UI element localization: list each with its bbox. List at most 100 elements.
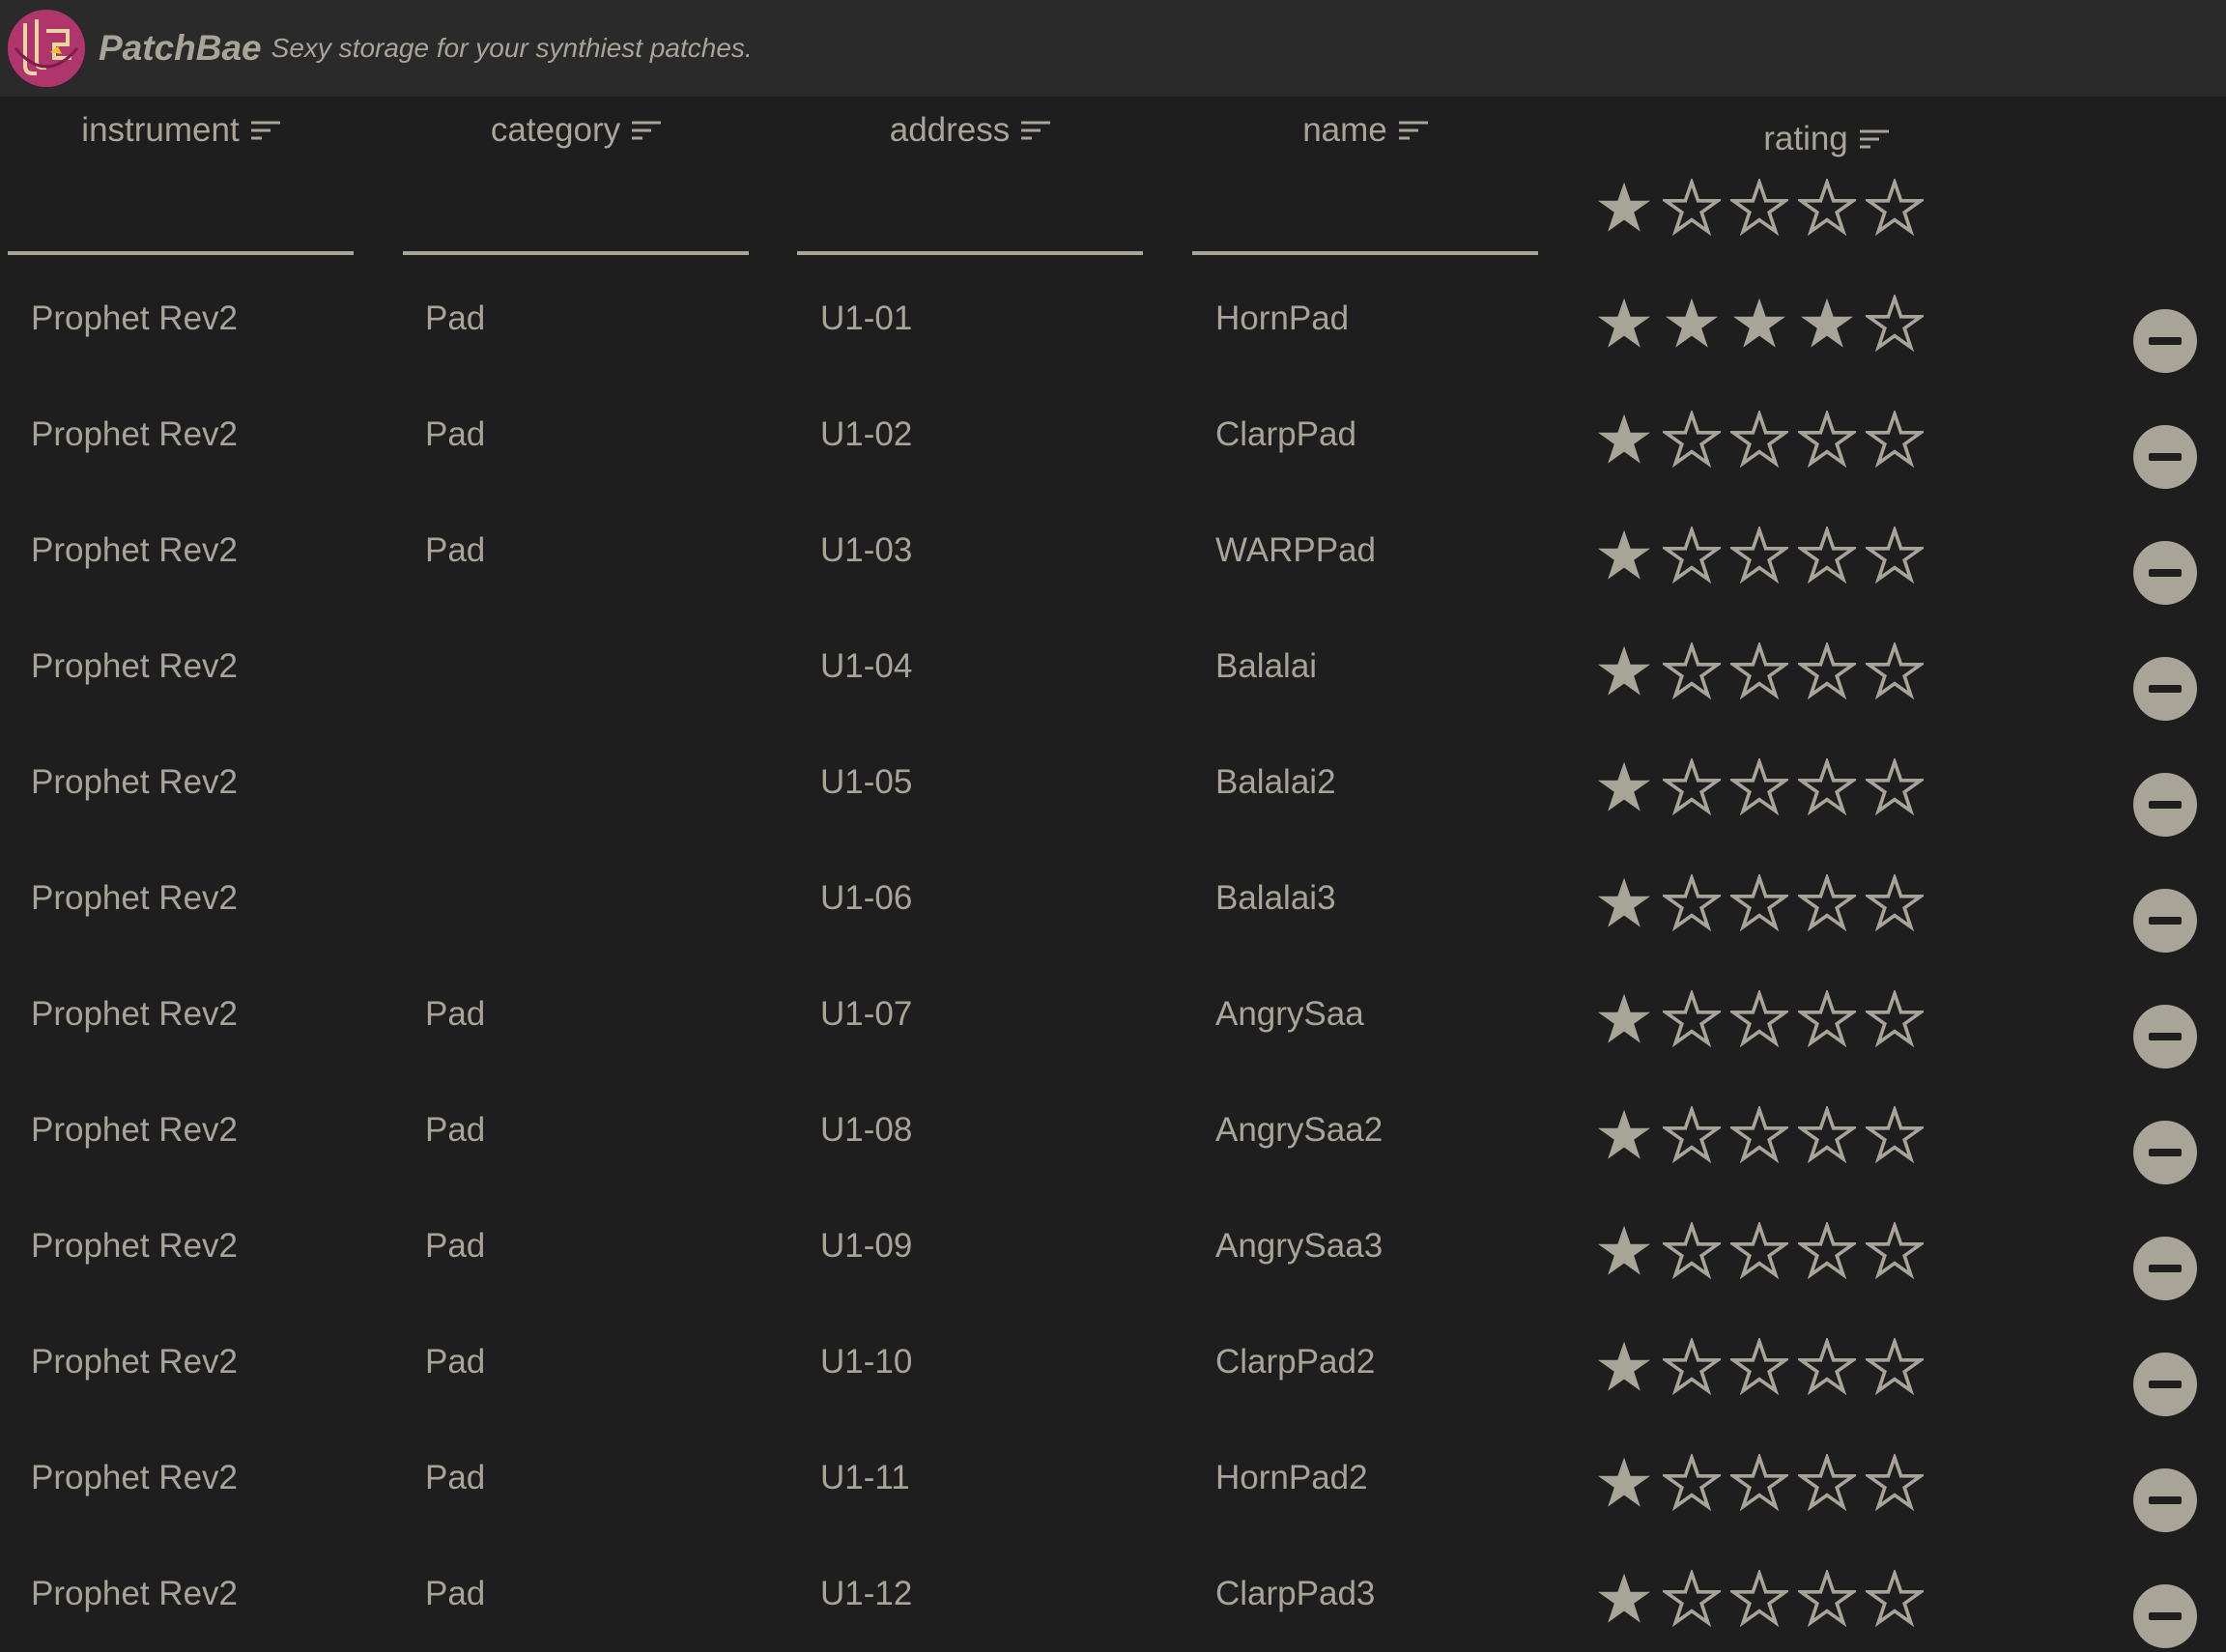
star-outline-icon[interactable] (1798, 758, 1856, 816)
rating-stars[interactable] (1595, 1338, 1924, 1396)
star-outline-icon[interactable] (1866, 1570, 1924, 1628)
star-outline-icon[interactable] (1866, 1454, 1924, 1512)
cell-name[interactable]: HornPad (1215, 261, 1349, 377)
rating-stars[interactable] (1595, 1570, 1924, 1628)
rating-stars[interactable] (1595, 1222, 1924, 1280)
rating-stars[interactable] (1595, 1106, 1924, 1164)
star-outline-icon[interactable] (1663, 411, 1721, 469)
cell-name[interactable]: AngrySaa (1215, 956, 1364, 1072)
cell-name[interactable]: ClarpPad2 (1215, 1304, 1375, 1420)
remove-patch-button[interactable] (2133, 889, 2197, 953)
remove-patch-button[interactable] (2133, 309, 2197, 373)
star-outline-icon[interactable] (1798, 179, 1856, 237)
star-outline-icon[interactable] (1798, 1570, 1856, 1628)
star-outline-icon[interactable] (1798, 1454, 1856, 1512)
cell-name[interactable]: WARPPad (1215, 493, 1376, 609)
column-header-address[interactable]: address (797, 111, 1143, 150)
star-outline-icon[interactable] (1663, 990, 1721, 1048)
star-outline-icon[interactable] (1663, 1454, 1721, 1512)
star-outline-icon[interactable] (1663, 642, 1721, 700)
star-filled-icon[interactable] (1595, 758, 1653, 816)
star-outline-icon[interactable] (1866, 1106, 1924, 1164)
cell-name[interactable]: Balalai (1215, 609, 1317, 725)
remove-patch-button[interactable] (2133, 1121, 2197, 1184)
rating-stars[interactable] (1595, 990, 1924, 1048)
star-outline-icon[interactable] (1730, 642, 1788, 700)
star-outline-icon[interactable] (1730, 179, 1788, 237)
star-filled-icon[interactable] (1595, 1454, 1653, 1512)
star-outline-icon[interactable] (1798, 1338, 1856, 1396)
filter-input-instrument[interactable] (8, 251, 354, 255)
cell-name[interactable]: ClarpPad3 (1215, 1536, 1375, 1652)
star-outline-icon[interactable] (1730, 1338, 1788, 1396)
sort-icon[interactable] (1398, 119, 1428, 142)
star-outline-icon[interactable] (1730, 1570, 1788, 1628)
filter-input-name[interactable] (1192, 251, 1538, 255)
star-outline-icon[interactable] (1866, 990, 1924, 1048)
patchbae-logo[interactable] (8, 10, 85, 87)
star-outline-icon[interactable] (1866, 758, 1924, 816)
sort-icon[interactable] (250, 119, 280, 142)
column-header-name[interactable]: name (1192, 111, 1538, 150)
star-outline-icon[interactable] (1663, 179, 1721, 237)
sort-icon[interactable] (632, 119, 662, 142)
star-filled-icon[interactable] (1730, 295, 1788, 353)
star-outline-icon[interactable] (1798, 642, 1856, 700)
rating-stars[interactable] (1595, 758, 1924, 816)
star-filled-icon[interactable] (1595, 990, 1653, 1048)
remove-patch-button[interactable] (2133, 773, 2197, 837)
star-filled-icon[interactable] (1595, 1106, 1653, 1164)
cell-name[interactable]: AngrySaa3 (1215, 1188, 1383, 1304)
rating-stars[interactable] (1595, 1454, 1924, 1512)
star-outline-icon[interactable] (1730, 1106, 1788, 1164)
rating-stars[interactable] (1595, 527, 1924, 584)
rating-stars[interactable] (1595, 295, 1924, 353)
star-outline-icon[interactable] (1798, 874, 1856, 932)
star-outline-icon[interactable] (1866, 527, 1924, 584)
star-outline-icon[interactable] (1663, 527, 1721, 584)
star-filled-icon[interactable] (1595, 295, 1653, 353)
filter-input-category[interactable] (403, 251, 749, 255)
sort-icon[interactable] (1021, 119, 1051, 142)
rating-stars[interactable] (1595, 642, 1924, 700)
star-filled-icon[interactable] (1595, 1570, 1653, 1628)
star-outline-icon[interactable] (1798, 527, 1856, 584)
star-outline-icon[interactable] (1866, 1222, 1924, 1280)
star-outline-icon[interactable] (1798, 1106, 1856, 1164)
star-outline-icon[interactable] (1866, 1338, 1924, 1396)
star-outline-icon[interactable] (1730, 758, 1788, 816)
star-outline-icon[interactable] (1866, 295, 1924, 353)
star-outline-icon[interactable] (1730, 990, 1788, 1048)
remove-patch-button[interactable] (2133, 1353, 2197, 1416)
remove-patch-button[interactable] (2133, 541, 2197, 605)
star-outline-icon[interactable] (1866, 642, 1924, 700)
star-outline-icon[interactable] (1663, 758, 1721, 816)
star-filled-icon[interactable] (1595, 411, 1653, 469)
column-header-category[interactable]: category (403, 111, 749, 150)
cell-name[interactable]: Balalai3 (1215, 840, 1336, 956)
star-outline-icon[interactable] (1663, 874, 1721, 932)
star-filled-icon[interactable] (1595, 1222, 1653, 1280)
star-outline-icon[interactable] (1663, 1570, 1721, 1628)
star-filled-icon[interactable] (1595, 527, 1653, 584)
remove-patch-button[interactable] (2133, 1005, 2197, 1068)
star-outline-icon[interactable] (1798, 1222, 1856, 1280)
star-outline-icon[interactable] (1663, 1106, 1721, 1164)
cell-name[interactable]: Balalai2 (1215, 725, 1336, 840)
star-outline-icon[interactable] (1730, 1454, 1788, 1512)
cell-name[interactable]: HornPad2 (1215, 1420, 1368, 1536)
rating-filter[interactable] (1595, 179, 1924, 237)
filter-input-address[interactable] (797, 251, 1143, 255)
cell-name[interactable]: ClarpPad (1215, 377, 1356, 493)
star-outline-icon[interactable] (1730, 874, 1788, 932)
star-filled-icon[interactable] (1595, 179, 1653, 237)
sort-icon[interactable] (1859, 128, 1889, 151)
star-filled-icon[interactable] (1798, 295, 1856, 353)
remove-patch-button[interactable] (2133, 1237, 2197, 1300)
rating-stars[interactable] (1595, 874, 1924, 932)
star-outline-icon[interactable] (1798, 411, 1856, 469)
column-header-instrument[interactable]: instrument (8, 111, 354, 150)
remove-patch-button[interactable] (2133, 657, 2197, 721)
star-outline-icon[interactable] (1866, 874, 1924, 932)
star-outline-icon[interactable] (1866, 411, 1924, 469)
